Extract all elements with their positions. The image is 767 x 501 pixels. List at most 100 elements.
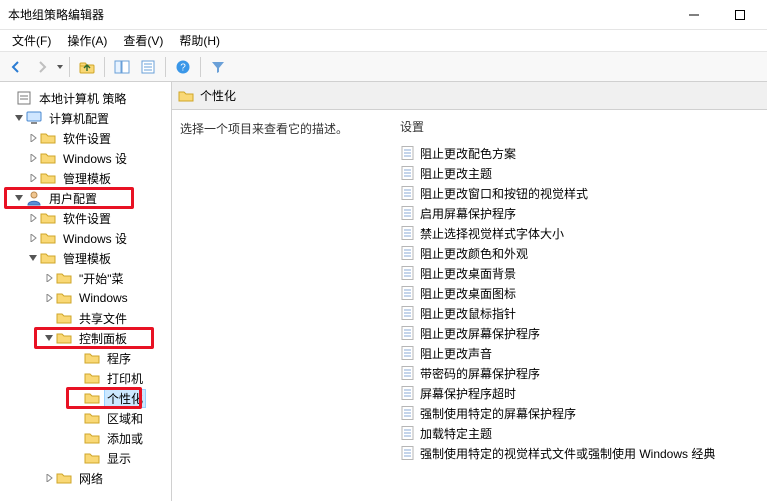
tree-label: 程序 [104, 349, 134, 368]
settings-column: 设置 阻止更改配色方案阻止更改主题阻止更改窗口和按钮的视觉样式启用屏幕保护程序禁… [394, 110, 767, 501]
setting-label: 阻止更改屏幕保护程序 [420, 325, 540, 342]
setting-item[interactable]: 阻止更改鼠标指针 [394, 303, 767, 323]
policy-setting-icon [400, 285, 416, 301]
tree-root[interactable]: 本地计算机 策略 [2, 88, 169, 108]
policy-setting-icon [400, 185, 416, 201]
setting-item[interactable]: 阻止更改桌面图标 [394, 283, 767, 303]
setting-item[interactable]: 启用屏幕保护程序 [394, 203, 767, 223]
expand-arrow-icon[interactable] [26, 131, 40, 145]
setting-item[interactable]: 带密码的屏幕保护程序 [394, 363, 767, 383]
tree-shared-folders[interactable]: 共享文件 [2, 308, 169, 328]
expand-arrow-icon[interactable] [42, 271, 56, 285]
help-button[interactable]: ? [171, 55, 195, 79]
tree-programs[interactable]: 程序 [2, 348, 169, 368]
tree-display[interactable]: 显示 [2, 448, 169, 468]
toolbar-separator [200, 57, 201, 77]
expand-arrow-icon[interactable] [42, 331, 56, 345]
filter-button[interactable] [206, 55, 230, 79]
tree-add-remove[interactable]: 添加或 [2, 428, 169, 448]
setting-item[interactable]: 阻止更改配色方案 [394, 143, 767, 163]
setting-label: 阻止更改主题 [420, 165, 492, 182]
expand-arrow-icon[interactable] [26, 251, 40, 265]
minimize-button[interactable] [671, 1, 717, 29]
expand-arrow-icon[interactable] [26, 211, 40, 225]
tree-computer-config[interactable]: 计算机配置 [2, 108, 169, 128]
window-title: 本地组策略编辑器 [8, 6, 104, 23]
folder-icon [178, 88, 194, 104]
folder-icon [56, 310, 72, 326]
tree-comp-software[interactable]: 软件设置 [2, 128, 169, 148]
setting-label: 加载特定主题 [420, 425, 492, 442]
tree-label: "开始"菜 [76, 269, 127, 288]
tree-label: 打印机 [104, 369, 146, 388]
tree-label: 管理模板 [60, 169, 114, 188]
maximize-button[interactable] [717, 1, 763, 29]
tree-printers[interactable]: 打印机 [2, 368, 169, 388]
tree-label: 个性化 [104, 389, 146, 408]
tree-comp-admin[interactable]: 管理模板 [2, 168, 169, 188]
folder-icon [84, 410, 100, 426]
expand-arrow-icon[interactable] [26, 231, 40, 245]
policy-setting-icon [400, 425, 416, 441]
tree-windows-comp[interactable]: Windows [2, 288, 169, 308]
folder-icon [84, 390, 100, 406]
menubar: 文件(F) 操作(A) 查看(V) 帮助(H) [0, 30, 767, 52]
setting-item[interactable]: 强制使用特定的视觉样式文件或强制使用 Windows 经典 [394, 443, 767, 463]
folder-icon [40, 130, 56, 146]
show-hide-tree-button[interactable] [110, 55, 134, 79]
tree-label: Windows [76, 290, 131, 306]
tree-label: 控制面板 [76, 329, 130, 348]
settings-column-header[interactable]: 设置 [394, 114, 767, 143]
menu-help[interactable]: 帮助(H) [171, 29, 228, 52]
tree-user-config[interactable]: 用户配置 [2, 188, 169, 208]
tree-label: 管理模板 [60, 249, 114, 268]
content-header: 个性化 [172, 82, 767, 110]
tree-personalization[interactable]: 个性化 [2, 388, 169, 408]
setting-item[interactable]: 加载特定主题 [394, 423, 767, 443]
tree-user-windows[interactable]: Windows 设 [2, 228, 169, 248]
tree-label: 软件设置 [60, 209, 114, 228]
setting-item[interactable]: 阻止更改桌面背景 [394, 263, 767, 283]
folder-icon [40, 230, 56, 246]
menu-action[interactable]: 操作(A) [59, 29, 115, 52]
setting-label: 带密码的屏幕保护程序 [420, 365, 540, 382]
toolbar-separator [165, 57, 166, 77]
tree-label: Windows 设 [60, 149, 130, 168]
back-button[interactable] [4, 55, 28, 79]
up-level-button[interactable] [75, 55, 99, 79]
expand-arrow-icon[interactable] [42, 471, 56, 485]
tree-pane[interactable]: 本地计算机 策略 计算机配置 软件设置 Windows 设 管理模板 用户配置 [0, 82, 172, 501]
policy-setting-icon [400, 405, 416, 421]
expand-arrow-icon[interactable] [12, 191, 26, 205]
user-icon [26, 190, 42, 206]
properties-button[interactable] [136, 55, 160, 79]
menu-file[interactable]: 文件(F) [4, 29, 59, 52]
tree-user-admin[interactable]: 管理模板 [2, 248, 169, 268]
setting-item[interactable]: 阻止更改声音 [394, 343, 767, 363]
tree-network[interactable]: 网络 [2, 468, 169, 488]
setting-item[interactable]: 阻止更改主题 [394, 163, 767, 183]
expand-arrow-icon[interactable] [12, 111, 26, 125]
setting-item[interactable]: 禁止选择视觉样式字体大小 [394, 223, 767, 243]
tree-control-panel[interactable]: 控制面板 [2, 328, 169, 348]
tree-start-menu[interactable]: "开始"菜 [2, 268, 169, 288]
setting-item[interactable]: 屏幕保护程序超时 [394, 383, 767, 403]
policy-setting-icon [400, 305, 416, 321]
expand-arrow-icon[interactable] [26, 151, 40, 165]
setting-label: 阻止更改窗口和按钮的视觉样式 [420, 185, 588, 202]
expand-arrow-icon[interactable] [42, 291, 56, 305]
expand-arrow-icon[interactable] [26, 171, 40, 185]
tree-user-software[interactable]: 软件设置 [2, 208, 169, 228]
policy-setting-icon [400, 445, 416, 461]
nav-history-dropdown[interactable] [56, 55, 64, 79]
setting-item[interactable]: 强制使用特定的屏幕保护程序 [394, 403, 767, 423]
setting-item[interactable]: 阻止更改窗口和按钮的视觉样式 [394, 183, 767, 203]
tree-comp-windows[interactable]: Windows 设 [2, 148, 169, 168]
tree-regional[interactable]: 区域和 [2, 408, 169, 428]
menu-view[interactable]: 查看(V) [115, 29, 171, 52]
setting-item[interactable]: 阻止更改颜色和外观 [394, 243, 767, 263]
forward-button[interactable] [30, 55, 54, 79]
setting-label: 阻止更改桌面图标 [420, 285, 516, 302]
setting-item[interactable]: 阻止更改屏幕保护程序 [394, 323, 767, 343]
tree-label: 本地计算机 策略 [36, 89, 129, 108]
